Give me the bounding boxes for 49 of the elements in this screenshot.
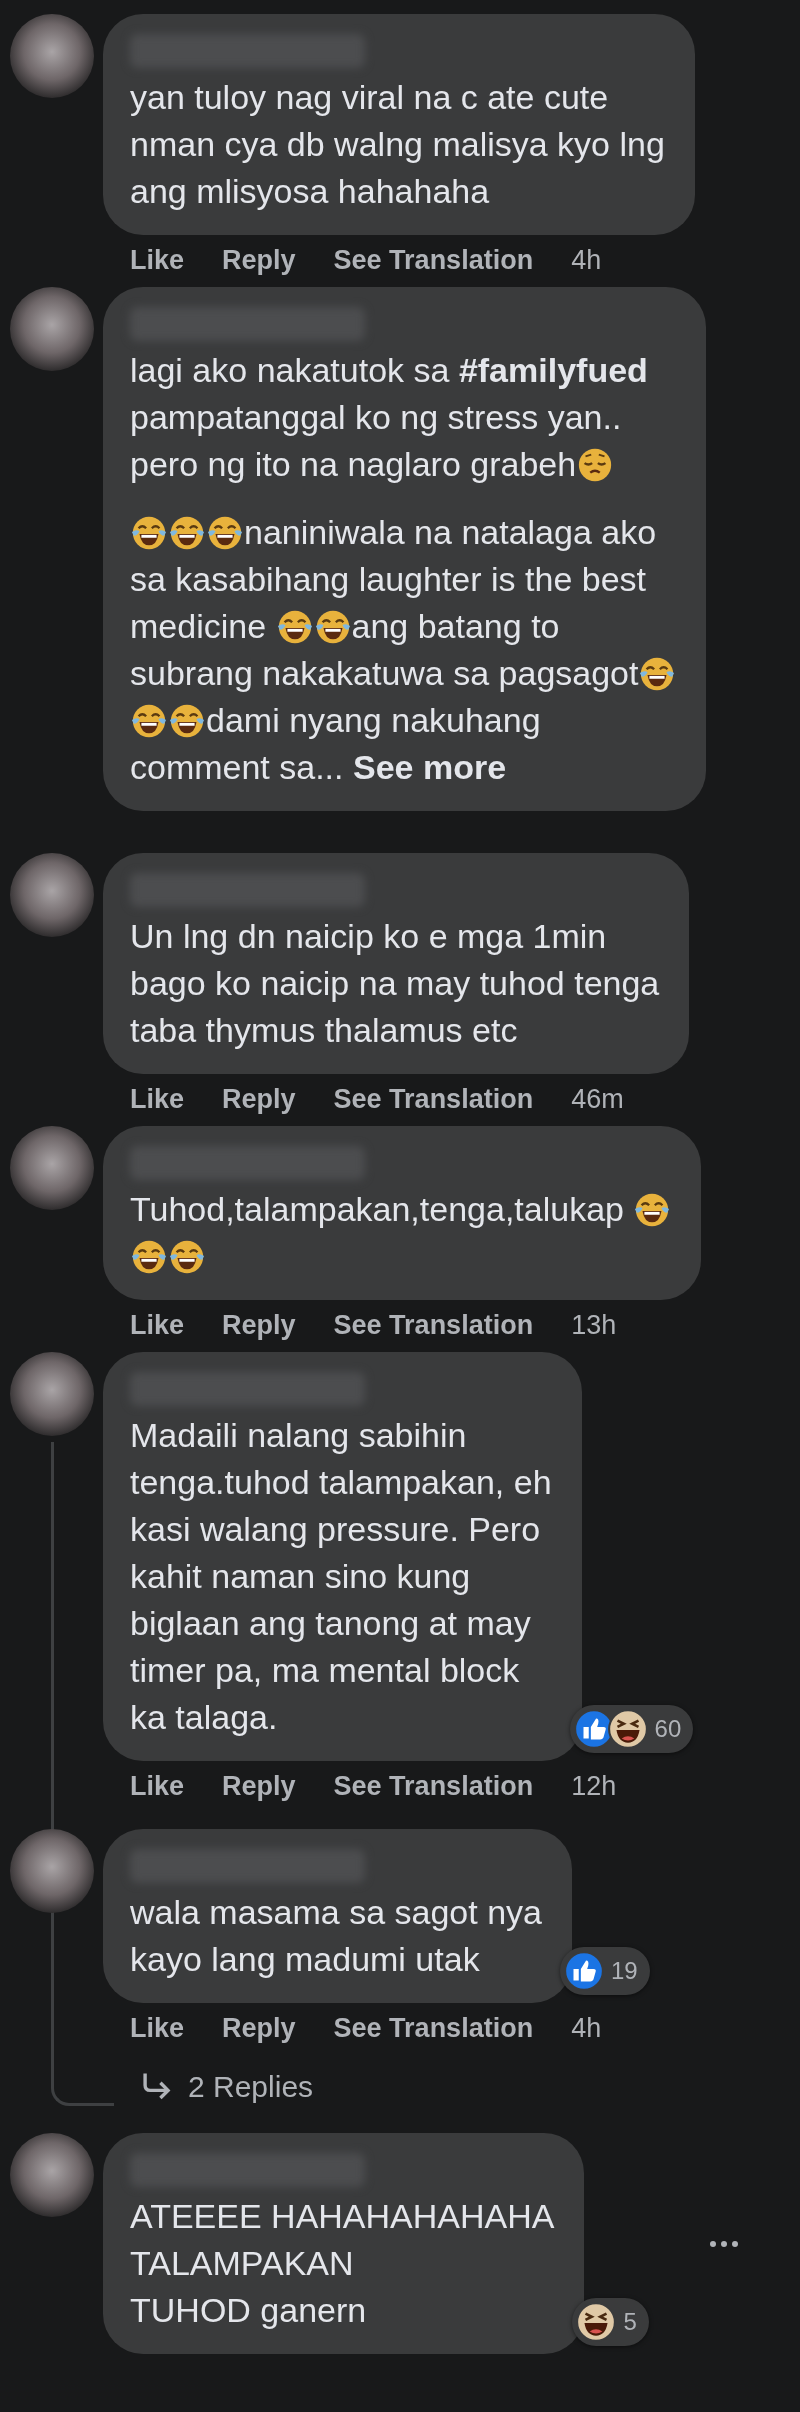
reaction-count: 5 [623, 2308, 637, 2336]
laughing-tears-emoji [130, 702, 168, 740]
comment-text: Un lng dn naicip ko e mga 1min bago ko naicip na may tuhod tenga taba thymus thalamus etc [130, 916, 660, 1051]
laughing-tears-emoji [168, 1238, 206, 1276]
action-link[interactable]: Like [130, 1083, 185, 1115]
laughing-face-icon [606, 1708, 649, 1750]
view-replies-link[interactable]: 2 Replies [188, 2070, 314, 2104]
thumbs-up-icon [563, 1950, 605, 1992]
timestamp: 4h [571, 244, 602, 276]
timestamp: 13h [571, 1309, 617, 1341]
comment-text: wala masama sa sagot nya kayo lang madumi utak [130, 1892, 542, 1980]
timestamp: 4h [571, 2012, 602, 2044]
comment-text: yan tuloy nag viral na c ate cute nman cya db walng malisya kyo lng ang mlisyosa hahahaha [130, 77, 665, 212]
action-link[interactable]: Like [130, 1770, 185, 1802]
action-link[interactable]: See Translation [333, 244, 534, 276]
comment-text: Madaili nalang sabihin tenga.tuhod talampakan, eh kasi walang pressure. Pero kahit naman sino kung biglaan ang tanong at may timer pa, ma mental block ka talaga. [130, 1415, 552, 1738]
action-link[interactable]: Reply [222, 1770, 296, 1802]
reaction-count: 60 [654, 1715, 682, 1743]
see-more-link[interactable]: See more [352, 748, 507, 786]
action-link[interactable]: Reply [222, 244, 296, 276]
laughing-tears-emoji [633, 1191, 672, 1229]
laughing-tears-emoji [130, 514, 168, 552]
reaction-badge[interactable]: 60 [569, 1705, 694, 1753]
action-link[interactable]: Like [130, 2012, 185, 2044]
action-link[interactable]: Reply [222, 1083, 296, 1115]
comment-text: lagi ako nakatutok sa #familyfued pampatanggal ko ng stress yan.. pero ng ito na naglaro grabeh [130, 350, 649, 486]
action-link[interactable]: Like [130, 244, 185, 276]
reaction-count: 19 [611, 1957, 638, 1985]
laughing-tears-emoji [130, 1238, 168, 1276]
action-link[interactable]: Like [130, 1309, 185, 1341]
laughing-tears-emoji [168, 702, 206, 740]
comment-text: Tuhod,talampakan,tenga,talukap [130, 1186, 672, 1280]
reaction-badge[interactable]: 5 [572, 2298, 649, 2346]
laughing-tears-emoji [168, 514, 206, 552]
laughing-tears-emoji [638, 655, 677, 693]
action-link[interactable]: Reply [222, 1309, 296, 1341]
action-link[interactable]: See Translation [333, 2012, 534, 2044]
action-link[interactable]: See Translation [333, 1770, 534, 1802]
action-link[interactable]: See Translation [333, 1083, 534, 1115]
laughing-tears-emoji [206, 514, 244, 552]
reaction-badge[interactable]: 19 [560, 1947, 650, 1995]
laughing-tears-emoji [313, 608, 352, 646]
comment-text: naniniwala na natalaga ako sa kasabihang laughter is the best medicine ang batang to subrang nakakatuwa sa pagsagot dami nyang nakuhang comment sa... See more [130, 509, 677, 791]
timestamp: 12h [571, 1770, 617, 1802]
action-link[interactable]: See Translation [333, 1309, 534, 1341]
laughing-tears-emoji [275, 608, 314, 646]
action-link[interactable]: Reply [222, 2012, 296, 2044]
timestamp: 46m [571, 1083, 624, 1115]
comment-text: ATEEEE HAHAHAHAHAHA TALAMPAKAN TUHOD ganern [130, 2196, 555, 2331]
